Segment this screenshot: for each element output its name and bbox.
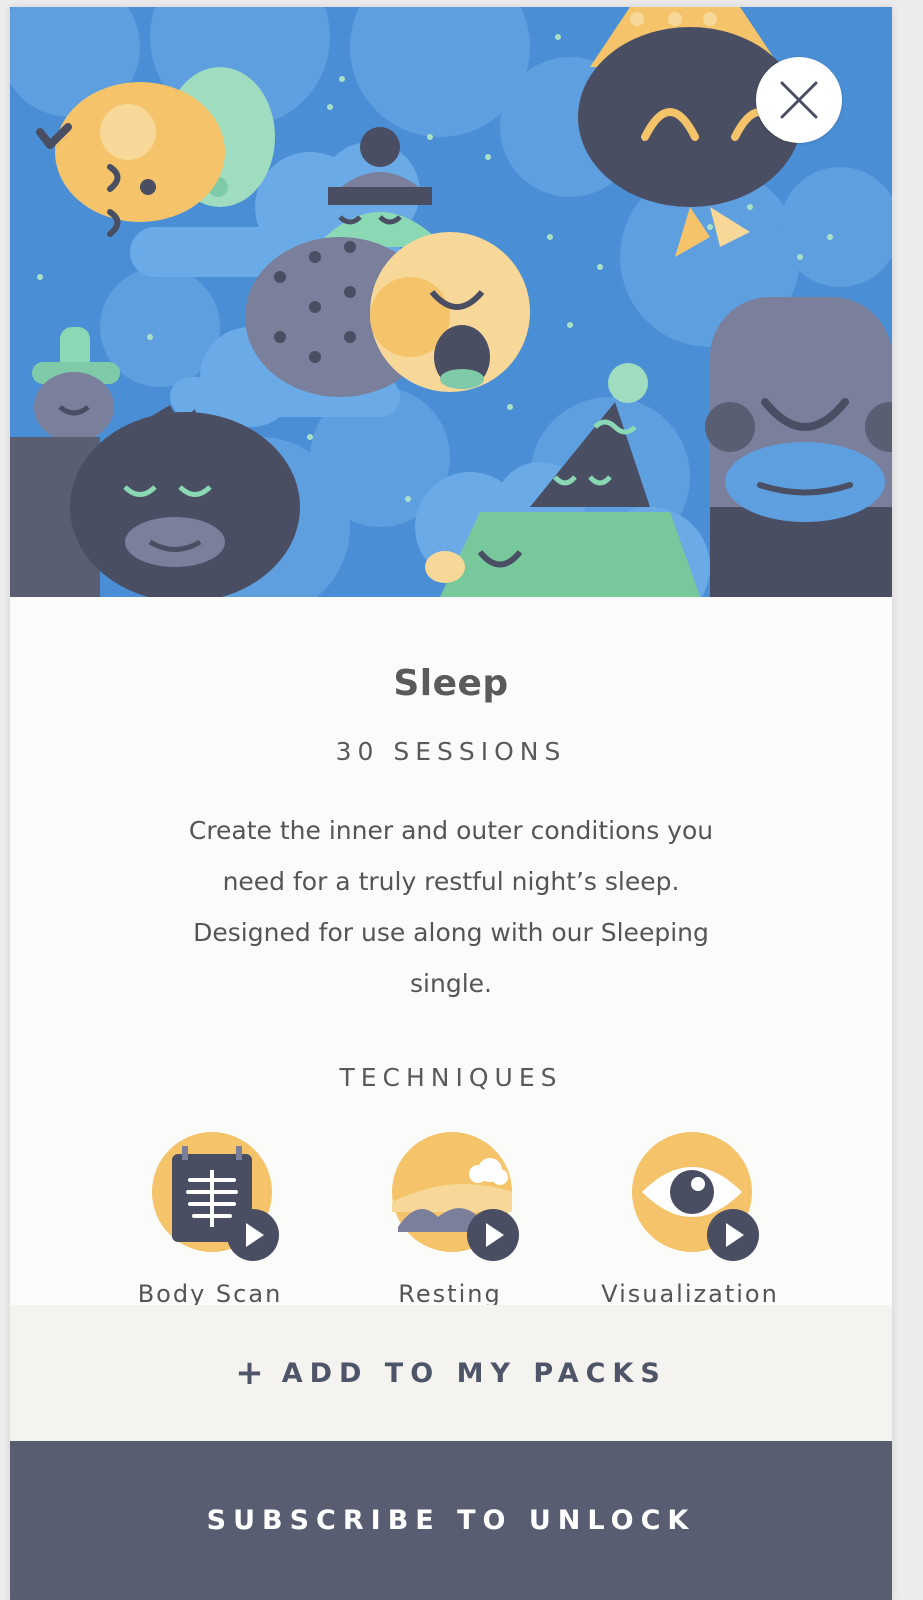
pack-content: Sleep 30 SESSIONS Create the inner and o… xyxy=(10,597,892,1307)
technique-visualization[interactable]: Visualization xyxy=(590,1132,790,1307)
technique-resting[interactable]: Resting xyxy=(350,1132,550,1307)
techniques-heading: TECHNIQUES xyxy=(339,1063,563,1092)
technique-label: Resting xyxy=(398,1280,502,1307)
eye-icon xyxy=(632,1132,759,1261)
pack-detail-card: Sleep 30 SESSIONS Create the inner and o… xyxy=(10,7,892,1600)
close-icon xyxy=(780,81,818,119)
technique-label: Body Scan xyxy=(137,1280,283,1307)
close-button[interactable] xyxy=(756,57,842,143)
technique-body-scan[interactable]: Body Scan xyxy=(110,1132,310,1307)
technique-label: Visualization xyxy=(601,1280,779,1307)
add-to-my-packs-button[interactable]: + ADD TO MY PACKS xyxy=(10,1305,892,1441)
subscribe-label: SUBSCRIBE TO UNLOCK xyxy=(206,1505,696,1536)
add-to-my-packs-label: ADD TO MY PACKS xyxy=(281,1357,667,1389)
subscribe-button[interactable]: SUBSCRIBE TO UNLOCK xyxy=(10,1441,892,1600)
hero-illustration xyxy=(10,7,892,597)
x-ray-icon xyxy=(152,1132,279,1261)
session-count: 30 SESSIONS xyxy=(335,737,567,766)
pack-description: Create the inner and outer conditions yo… xyxy=(188,816,714,998)
landscape-icon xyxy=(392,1132,519,1261)
plus-icon: + xyxy=(235,1353,264,1393)
pack-title: Sleep xyxy=(393,663,509,704)
